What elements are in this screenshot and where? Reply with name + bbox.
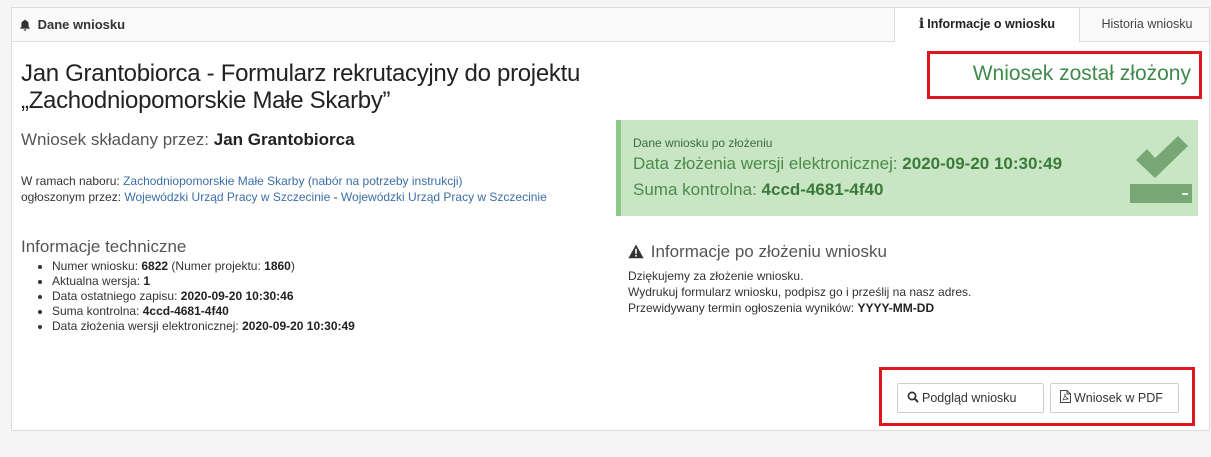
electronic-date-value: 2020-09-20 10:30:49 (242, 319, 355, 333)
submitted-by-label: Wniosek składany przez: (21, 130, 210, 149)
status-text: Wniosek został złożony (972, 62, 1191, 85)
submission-date-value: 2020-09-20 10:30:49 (902, 154, 1063, 173)
tab-label: Informacje o wniosku (927, 17, 1056, 31)
preview-button-label: Podgląd wniosku (922, 391, 1017, 405)
page-title: Jan Grantobiorca - Formularz rekrutacyjn… (21, 60, 580, 114)
panel-title-text: Dane wniosku (37, 17, 126, 32)
status-highlight: Wniosek został złożony (927, 51, 1202, 99)
nabor-prefix: W ramach naboru: (21, 174, 120, 188)
tab-label: Historia wniosku (1101, 17, 1193, 31)
technical-info-heading: Informacje techniczne (21, 237, 187, 256)
list-item: Data ostatniego zapisu: 2020-09-20 10:30… (52, 289, 355, 304)
number-value: 6822 (141, 259, 169, 273)
search-icon (907, 391, 922, 406)
thanks-line: Dziękujemy za złożenie wniosku. (628, 269, 804, 283)
submission-summary: Dane wniosku po złożeniu Data złożenia w… (616, 120, 1198, 216)
list-item: Aktualna wersja: 1 (52, 274, 355, 289)
institution-link-2[interactable]: Wojewódzki Urząd Pracy w Szczecinie (341, 190, 547, 204)
tab-informacje-o-wniosku[interactable]: i Informacje o wniosku (894, 8, 1080, 42)
version-value: 1 (143, 274, 151, 288)
panel-title: Dane wniosku (19, 17, 125, 32)
submission-checksum-label: Suma kontrolna: (633, 180, 757, 199)
institution-link-1[interactable]: Wojewódzki Urząd Pracy w Szczecinie (124, 190, 330, 204)
number-label: Numer wniosku: (52, 259, 139, 273)
list-item: Suma kontrolna: 4ccd-4681-4f40 (52, 304, 355, 319)
nabor-info: W ramach naboru: Zachodniopomorskie Małe… (21, 173, 581, 205)
info-icon: i (918, 16, 925, 32)
technical-info-list: Numer wniosku: 6822 (Numer projektu: 186… (36, 259, 355, 334)
project-close: ) (290, 259, 295, 273)
list-item: Numer wniosku: 6822 (Numer projektu: 186… (52, 259, 355, 274)
submission-date: Data złożenia wersji elektronicznej: 202… (633, 154, 1062, 174)
print-instruction: Wydrukuj formularz wniosku, podpisz go i… (628, 285, 972, 299)
after-submission-text: Dziękujemy za złożenie wniosku. Wydrukuj… (628, 268, 971, 316)
tab-historia-wniosku[interactable]: Historia wniosku (1092, 8, 1202, 41)
submission-checksum-value: 4ccd-4681-4f40 (761, 180, 884, 199)
pdf-button[interactable]: Wniosek w PDF (1050, 383, 1179, 413)
checksum-label: Suma kontrolna: (52, 304, 140, 318)
last-save-value: 2020-09-20 10:30:46 (180, 289, 294, 303)
submitted-by-name: Jan Grantobiorca (213, 130, 355, 149)
list-item: Data złożenia wersji elektronicznej: 202… (52, 319, 355, 334)
last-save-label: Data ostatniego zapisu: (52, 289, 178, 303)
submission-checksum: Suma kontrolna: 4ccd-4681-4f40 (633, 180, 883, 200)
summary-caption: Dane wniosku po złożeniu (633, 136, 773, 150)
pdf-file-icon (1060, 390, 1074, 406)
announced-separator: - (330, 190, 341, 204)
results-date-label: Przewidywany termin ogłoszenia wyników: (628, 301, 855, 315)
warning-icon (628, 242, 651, 261)
project-label: (Numer projektu: (171, 259, 261, 273)
project-value: 1860 (264, 259, 291, 273)
submitted-by: Wniosek składany przez: Jan Grantobiorca (21, 130, 355, 150)
results-date-value: YYYY-MM-DD (857, 301, 935, 315)
preview-button[interactable]: Podgląd wniosku (897, 383, 1044, 413)
bell-icon (19, 17, 38, 32)
checksum-value: 4ccd-4681-4f40 (142, 304, 229, 318)
check-icon (1130, 136, 1192, 211)
after-submission-title: Informacje po złożeniu wniosku (650, 242, 887, 261)
actions-highlight: Podgląd wniosku Wniosek w PDF (879, 367, 1195, 426)
version-label: Aktualna wersja: (52, 274, 141, 288)
panel-header: Dane wniosku i Informacje o wniosku Histo… (12, 8, 1209, 42)
electronic-date-label: Data złożenia wersji elektronicznej: (52, 319, 239, 333)
submission-date-label: Data złożenia wersji elektronicznej: (633, 154, 898, 173)
pdf-button-label: Wniosek w PDF (1074, 391, 1163, 405)
announced-prefix: ogłoszonym przez: (21, 190, 122, 204)
after-submission-heading: Informacje po złożeniu wniosku (628, 242, 887, 262)
nabor-link[interactable]: Zachodniopomorskie Małe Skarby (nabór na… (123, 174, 463, 188)
